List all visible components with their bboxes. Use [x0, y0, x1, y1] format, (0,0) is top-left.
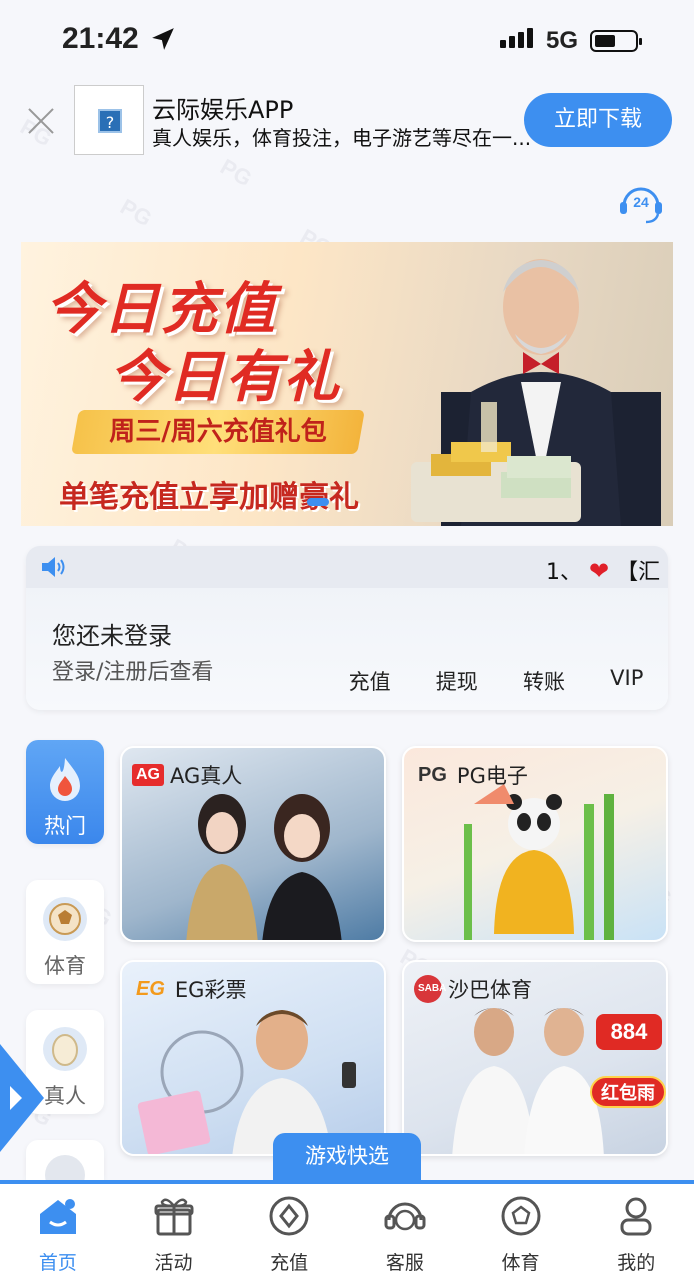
egg-icon: [43, 1027, 87, 1071]
vip-button[interactable]: VIP: [610, 666, 643, 696]
promo-host-illustration: [411, 259, 661, 526]
tab-label: 活动: [154, 1252, 193, 1274]
tab-activity[interactable]: 活动: [116, 1184, 232, 1280]
tab-label: 充值: [270, 1252, 309, 1274]
football-icon: [501, 1196, 541, 1236]
download-button[interactable]: 立即下载: [524, 93, 672, 147]
tab-profile[interactable]: 我的: [578, 1184, 694, 1280]
tab-home[interactable]: 首页: [0, 1184, 116, 1280]
carousel-indicator: [307, 498, 329, 506]
missing-image-icon: ?: [98, 109, 122, 133]
close-icon[interactable]: [26, 106, 56, 136]
withdraw-button[interactable]: 提现: [436, 666, 478, 696]
login-title[interactable]: 您还未登录: [52, 616, 172, 651]
gift-icon: [154, 1198, 193, 1236]
game-title: AG真人: [170, 764, 243, 788]
network-type: 5G: [546, 27, 579, 54]
coin-icon: [269, 1196, 309, 1236]
game-title: PG电子: [456, 764, 528, 788]
promo-ribbon: 周三/周六充值礼包: [71, 410, 365, 454]
notice-text: 1、 ❤ 【汇: [546, 554, 660, 586]
notice-prefix: 1、: [546, 560, 582, 585]
home-icon: [39, 1199, 76, 1234]
red-envelope-rain-badge: 红包雨: [590, 1076, 666, 1108]
promo-number-badge: 884: [596, 1014, 662, 1050]
deposit-button[interactable]: 充值: [349, 666, 391, 696]
app-name: 云际娱乐APP: [152, 96, 294, 124]
status-bar: 21:42 5G: [0, 0, 694, 80]
tab-service[interactable]: 客服: [347, 1184, 463, 1280]
tab-label: 我的: [617, 1252, 656, 1274]
promo-title-line2: 今日有礼: [109, 345, 341, 410]
saba-logo-icon: SABA: [414, 975, 446, 1003]
quick-select-button[interactable]: 游戏快选: [273, 1133, 421, 1181]
promo-banner[interactable]: 今日充值 今日有礼 周三/周六充值礼包 单笔充值立享加赠豪礼: [21, 242, 673, 526]
game-tile-pg[interactable]: PG PG电子: [402, 746, 668, 942]
game-title: 沙巴体育: [448, 978, 532, 1002]
dealer-illustration: [186, 794, 342, 940]
app-download-banner: ? 云际娱乐APP 真人娱乐，体育投注，电子游艺等尽在一... 立即下载: [0, 80, 694, 160]
battery-icon: [590, 30, 642, 52]
category-label: 体育: [44, 954, 86, 978]
tab-deposit[interactable]: 充值: [231, 1184, 347, 1280]
tab-label: 首页: [38, 1252, 77, 1274]
tab-label: 体育: [501, 1252, 540, 1274]
app-description: 真人娱乐，体育投注，电子游艺等尽在一...: [152, 126, 532, 150]
category-sports[interactable]: 体育: [26, 880, 104, 984]
game-tile-ag[interactable]: AG AG真人: [120, 746, 386, 942]
lottery-player-illustration: [137, 1010, 356, 1154]
bottom-tab-bar: 首页 活动 充值 客服 体育 我的: [0, 1180, 694, 1280]
speaker-icon: [42, 557, 65, 577]
promo-ribbon-text: 周三/周六充值礼包: [109, 417, 327, 447]
promo-subtitle: 单笔充值立享加赠豪礼: [59, 480, 359, 515]
transfer-button[interactable]: 转账: [523, 666, 565, 696]
category-label: 热门: [44, 814, 86, 838]
login-hint[interactable]: 登录/注册后查看: [52, 654, 213, 686]
notice-bar[interactable]: 1、 ❤ 【汇: [26, 546, 668, 588]
account-actions: 充值 提现 转账 VIP: [326, 666, 666, 696]
panda-illustration: [464, 784, 614, 940]
headset-icon: [384, 1202, 426, 1231]
pg-logo-icon: PG: [418, 764, 447, 786]
app-icon: ?: [74, 85, 144, 155]
user-card: 1、 ❤ 【汇 您还未登录 登录/注册后查看 充值 提现 转账 VIP: [26, 546, 668, 710]
fire-icon: [50, 758, 80, 801]
football-icon: [43, 897, 87, 941]
game-tile-saba[interactable]: SABA 沙巴体育 884 红包雨: [402, 960, 668, 1156]
tab-label: 客服: [385, 1252, 424, 1274]
signal-icon: [500, 28, 533, 48]
game-tile-eg[interactable]: EG EG彩票: [120, 960, 386, 1156]
location-arrow-icon: [152, 28, 174, 50]
status-time: 21:42: [62, 22, 139, 55]
category-hot[interactable]: 热门: [26, 740, 104, 844]
tab-sports[interactable]: 体育: [463, 1184, 579, 1280]
support-24-icon[interactable]: 24: [618, 180, 664, 226]
notice-content: 【汇: [616, 560, 661, 585]
support-label: 24: [633, 194, 649, 210]
ag-logo-icon: AG: [132, 764, 164, 786]
game-title: EG彩票: [174, 978, 247, 1002]
eg-logo-icon: EG: [136, 978, 165, 1000]
user-icon: [620, 1197, 652, 1236]
side-drawer-handle-icon[interactable]: [0, 1044, 44, 1152]
heart-icon: ❤: [589, 557, 610, 585]
